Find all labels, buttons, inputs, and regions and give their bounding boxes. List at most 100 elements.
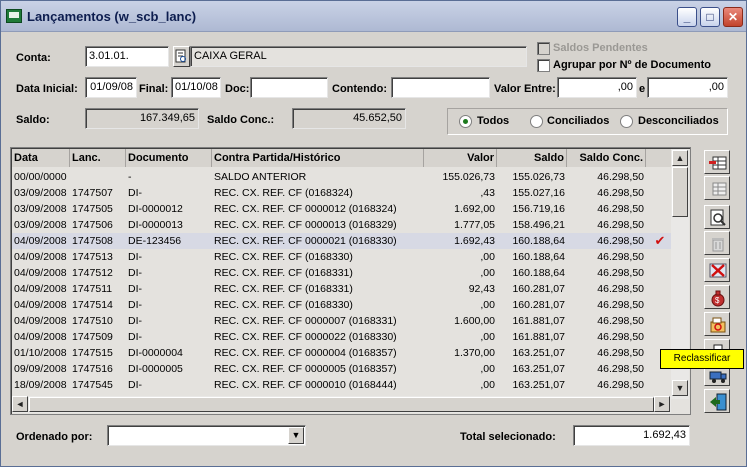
cell-saldo: 161.881,07	[512, 331, 565, 343]
table-row[interactable]: 09/09/2008 1747516 DI-0000005 REC. CX. REF.…	[12, 361, 674, 377]
maximize-button[interactable]: □	[700, 7, 720, 27]
preview-button[interactable]	[704, 205, 730, 229]
col-header-saldo[interactable]: Saldo	[497, 149, 567, 167]
cell-documento: DI-	[128, 251, 142, 263]
saldo-label: Saldo:	[16, 114, 50, 126]
cell-saldo-conc: 46.298,50	[597, 267, 644, 279]
table-row[interactable]: 18/09/2008 1747545 DI- REC. CX. REF. CF 000…	[12, 377, 674, 393]
reclassify-button[interactable]	[704, 312, 730, 336]
conta-input[interactable]: 3.01.01.	[85, 46, 169, 67]
cell-saldo-conc: 46.298,50	[597, 235, 644, 247]
money-bag-button[interactable]: $	[704, 285, 730, 309]
window-title: Lançamentos (w_scb_lanc)	[27, 9, 197, 24]
contendo-input[interactable]	[391, 77, 490, 98]
col-header-saldo-conc[interactable]: Saldo Conc.	[567, 149, 646, 167]
cell-documento: DI-0000004	[128, 347, 183, 359]
minimize-button[interactable]: _	[677, 7, 697, 27]
cell-saldo: 156.719,16	[512, 203, 565, 215]
cell-valor: ,00	[480, 363, 495, 375]
exit-button[interactable]	[704, 389, 730, 413]
cell-documento: DI-0000005	[128, 363, 183, 375]
cell-valor: 1.692,43	[454, 235, 495, 247]
cell-historico: SALDO ANTERIOR	[214, 171, 307, 183]
chevron-down-icon[interactable]: ▼	[288, 427, 304, 444]
cell-conciliado-mark	[646, 185, 674, 201]
scroll-up-button[interactable]: ▲	[672, 150, 688, 166]
table-row[interactable]: 04/09/2008 1747514 DI- REC. CX. REF. CF (01…	[12, 297, 674, 313]
cell-historico: REC. CX. REF. CF 0000007 (0168331)	[214, 315, 397, 327]
radio-desconciliados[interactable]	[620, 115, 633, 128]
valor-min-input[interactable]: ,00	[557, 77, 637, 98]
grid-header: Data Lanc. Documento Contra Partida/Hist…	[12, 149, 674, 167]
reclassify-icon	[710, 317, 726, 333]
scroll-right-button[interactable]: ►	[654, 396, 670, 412]
conta-label: Conta:	[16, 52, 51, 64]
cell-data: 04/09/2008	[14, 315, 67, 327]
final-input[interactable]: 01/10/08	[171, 77, 221, 98]
app-icon	[6, 9, 22, 23]
radio-conciliados-label: Conciliados	[547, 115, 610, 127]
table-row[interactable]: 04/09/2008 1747512 DI- REC. CX. REF. CF (01…	[12, 265, 674, 281]
table-row[interactable]: 04/09/2008 1747509 DI- REC. CX. REF. CF 000…	[12, 329, 674, 345]
radio-desconciliados-label: Desconciliados	[638, 115, 719, 127]
cell-saldo-conc: 46.298,50	[597, 219, 644, 231]
agrupar-checkbox[interactable]	[537, 59, 550, 72]
cell-historico: REC. CX. REF. CF 0000013 (0168329)	[214, 219, 397, 231]
grid-horizontal-scrollbar[interactable]: ◄ ►	[12, 396, 671, 413]
cell-saldo-conc: 46.298,50	[597, 315, 644, 327]
hscroll-thumb[interactable]	[29, 397, 654, 412]
cell-conciliado-mark	[646, 313, 674, 329]
cell-saldo-conc: 46.298,50	[597, 171, 644, 183]
cell-conciliado-mark	[646, 329, 674, 345]
doc-input[interactable]	[250, 77, 328, 98]
cell-saldo-conc: 46.298,50	[597, 283, 644, 295]
col-header-lanc[interactable]: Lanc.	[70, 149, 126, 167]
table-row[interactable]: 04/09/2008 1747513 DI- REC. CX. REF. CF (01…	[12, 249, 674, 265]
delete-button[interactable]	[704, 231, 730, 255]
col-header-data[interactable]: Data	[12, 149, 70, 167]
valor-max-input[interactable]: ,00	[647, 77, 728, 98]
scroll-left-button[interactable]: ◄	[12, 396, 28, 412]
table-row[interactable]: 03/09/2008 1747505 DI-0000012 REC. CX. REF.…	[12, 201, 674, 217]
cancel-conciliation-button[interactable]	[704, 258, 730, 282]
table-row[interactable]: 04/09/2008 1747510 DI- REC. CX. REF. CF 000…	[12, 313, 674, 329]
cell-documento: DI-0000012	[128, 203, 183, 215]
cell-documento: DI-	[128, 267, 142, 279]
table-row[interactable]: 04/09/2008 1747508 DE-123456 REC. CX. REF. …	[12, 233, 674, 249]
exit-door-icon	[710, 393, 727, 411]
radio-todos[interactable]	[459, 115, 472, 128]
col-header-valor[interactable]: Valor	[424, 149, 497, 167]
cell-saldo: 155.026,73	[512, 171, 565, 183]
col-header-historico[interactable]: Contra Partida/Histórico	[212, 149, 424, 167]
scroll-thumb[interactable]	[672, 167, 688, 217]
table-row[interactable]: 03/09/2008 1747507 DI- REC. CX. REF. CF (01…	[12, 185, 674, 201]
conta-lookup-button[interactable]	[173, 46, 190, 67]
data-inicial-input[interactable]: 01/09/08	[85, 77, 137, 98]
cell-documento: DE-123456	[128, 235, 182, 247]
table-row[interactable]: 04/09/2008 1747511 DI- REC. CX. REF. CF (01…	[12, 281, 674, 297]
edit-entry-button[interactable]	[704, 176, 730, 200]
cell-valor: ,43	[480, 187, 495, 199]
saldo-conc-label: Saldo Conc.:	[207, 114, 275, 126]
ordenado-select[interactable]: ▼	[107, 425, 306, 446]
cell-saldo: 158.496,21	[512, 219, 565, 231]
cell-valor: 1.692,00	[454, 203, 495, 215]
cell-lanc: 1747545	[72, 379, 113, 391]
new-entry-button[interactable]	[704, 150, 730, 174]
radio-conciliados[interactable]	[530, 115, 543, 128]
table-row[interactable]: 03/09/2008 1747506 DI-0000013 REC. CX. REF.…	[12, 217, 674, 233]
title-bar: Lançamentos (w_scb_lanc) _ □ ✕	[1, 1, 746, 32]
cell-historico: REC. CX. REF. CF 0000005 (0168357)	[214, 363, 397, 375]
table-row[interactable]: 01/10/2008 1747515 DI-0000004 REC. CX. REF.…	[12, 345, 674, 361]
table-row[interactable]: 00/00/0000 - SALDO ANTERIOR 155.026,73 155.0…	[12, 169, 674, 185]
cell-data: 03/09/2008	[14, 187, 67, 199]
cell-valor: 1.600,00	[454, 315, 495, 327]
saldos-pendentes-checkbox[interactable]	[537, 42, 550, 55]
cell-saldo: 163.251,07	[512, 379, 565, 391]
col-header-documento[interactable]: Documento	[126, 149, 212, 167]
cell-documento: -	[128, 171, 132, 183]
cell-data: 01/10/2008	[14, 347, 67, 359]
scroll-down-button[interactable]: ▼	[672, 380, 688, 396]
cell-valor: 92,43	[468, 283, 495, 295]
close-button[interactable]: ✕	[723, 7, 743, 27]
